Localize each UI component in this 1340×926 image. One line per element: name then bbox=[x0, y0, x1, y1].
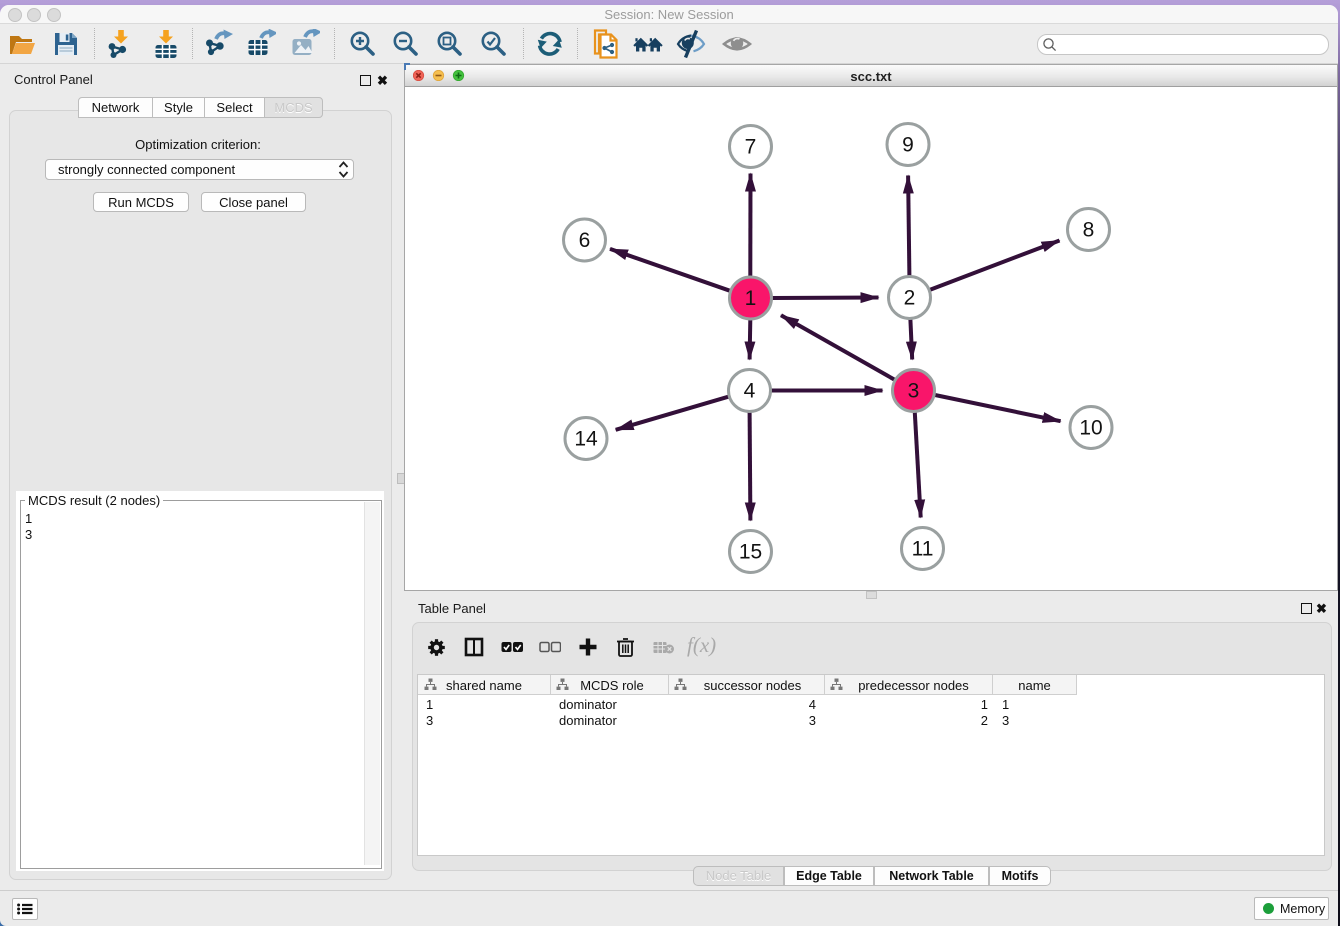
svg-text:14: 14 bbox=[574, 428, 598, 451]
svg-text:9: 9 bbox=[902, 134, 914, 157]
svg-text:4: 4 bbox=[744, 380, 756, 403]
svg-text:7: 7 bbox=[745, 136, 757, 159]
svg-text:10: 10 bbox=[1079, 417, 1102, 440]
svg-text:6: 6 bbox=[579, 229, 591, 252]
svg-text:1: 1 bbox=[745, 287, 757, 310]
svg-text:3: 3 bbox=[908, 380, 920, 403]
svg-text:2: 2 bbox=[904, 287, 916, 310]
svg-text:8: 8 bbox=[1083, 219, 1095, 242]
svg-text:15: 15 bbox=[739, 541, 762, 564]
svg-text:11: 11 bbox=[912, 538, 934, 561]
